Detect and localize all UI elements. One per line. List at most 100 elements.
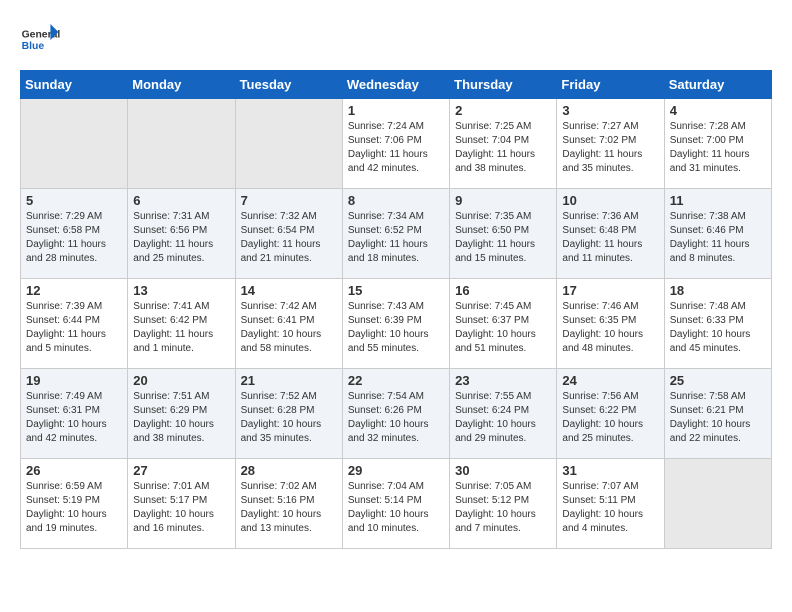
day-number: 3 <box>562 103 658 118</box>
day-info: Sunrise: 7:36 AMSunset: 6:48 PMDaylight:… <box>562 210 658 266</box>
calendar-cell: 20 Sunrise: 7:51 AMSunset: 6:29 PMDayligh… <box>128 369 235 459</box>
day-number: 1 <box>348 103 444 118</box>
calendar-cell <box>235 99 342 189</box>
day-number: 23 <box>455 373 551 388</box>
day-number: 2 <box>455 103 551 118</box>
day-number: 17 <box>562 283 658 298</box>
day-number: 24 <box>562 373 658 388</box>
day-number: 6 <box>133 193 229 208</box>
calendar-cell: 28 Sunrise: 7:02 AMSunset: 5:16 PMDayligh… <box>235 459 342 549</box>
calendar-cell: 26 Sunrise: 6:59 AMSunset: 5:19 PMDayligh… <box>21 459 128 549</box>
calendar-week-row: 19 Sunrise: 7:49 AMSunset: 6:31 PMDayligh… <box>21 369 772 459</box>
day-number: 25 <box>670 373 766 388</box>
calendar-week-row: 5Sunrise: 7:29 AMSunset: 6:58 PMDaylight… <box>21 189 772 279</box>
calendar-cell <box>128 99 235 189</box>
calendar-cell: 24 Sunrise: 7:56 AMSunset: 6:22 PMDayligh… <box>557 369 664 459</box>
header-row: SundayMondayTuesdayWednesdayThursdayFrid… <box>21 71 772 99</box>
calendar-cell: 16 Sunrise: 7:45 AMSunset: 6:37 PMDayligh… <box>450 279 557 369</box>
day-info: Sunrise: 7:25 AMSunset: 7:04 PMDaylight:… <box>455 120 551 176</box>
day-info: Sunrise: 7:45 AMSunset: 6:37 PMDaylight:… <box>455 300 551 356</box>
day-info: Sunrise: 7:32 AMSunset: 6:54 PMDaylight:… <box>241 210 337 266</box>
calendar-cell: 3 Sunrise: 7:27 AMSunset: 7:02 PMDaylight… <box>557 99 664 189</box>
calendar-cell: 25 Sunrise: 7:58 AMSunset: 6:21 PMDayligh… <box>664 369 771 459</box>
day-number: 20 <box>133 373 229 388</box>
day-info: Sunrise: 7:48 AMSunset: 6:33 PMDaylight:… <box>670 300 766 356</box>
day-info: Sunrise: 7:56 AMSunset: 6:22 PMDaylight:… <box>562 390 658 446</box>
day-number: 11 <box>670 193 766 208</box>
calendar-cell: 17Sunrise: 7:46 AMSunset: 6:35 PMDayligh… <box>557 279 664 369</box>
day-info: Sunrise: 7:51 AMSunset: 6:29 PMDaylight:… <box>133 390 229 446</box>
day-number: 18 <box>670 283 766 298</box>
calendar-cell: 21Sunrise: 7:52 AMSunset: 6:28 PMDayligh… <box>235 369 342 459</box>
day-info: Sunrise: 7:39 AMSunset: 6:44 PMDaylight:… <box>26 300 122 356</box>
day-info: Sunrise: 7:24 AMSunset: 7:06 PMDaylight:… <box>348 120 444 176</box>
calendar-cell: 6 Sunrise: 7:31 AMSunset: 6:56 PMDaylight… <box>128 189 235 279</box>
calendar-cell: 8Sunrise: 7:34 AMSunset: 6:52 PMDaylight… <box>342 189 449 279</box>
calendar-cell: 31Sunrise: 7:07 AMSunset: 5:11 PMDayligh… <box>557 459 664 549</box>
day-number: 8 <box>348 193 444 208</box>
day-info: Sunrise: 7:55 AMSunset: 6:24 PMDaylight:… <box>455 390 551 446</box>
day-number: 30 <box>455 463 551 478</box>
calendar-cell: 11Sunrise: 7:38 AMSunset: 6:46 PMDayligh… <box>664 189 771 279</box>
day-number: 19 <box>26 373 122 388</box>
day-info: Sunrise: 7:35 AMSunset: 6:50 PMDaylight:… <box>455 210 551 266</box>
day-number: 22 <box>348 373 444 388</box>
day-info: Sunrise: 7:41 AMSunset: 6:42 PMDaylight:… <box>133 300 229 356</box>
calendar-cell: 29 Sunrise: 7:04 AMSunset: 5:14 PMDayligh… <box>342 459 449 549</box>
calendar-cell: 27Sunrise: 7:01 AMSunset: 5:17 PMDayligh… <box>128 459 235 549</box>
day-info: Sunrise: 6:59 AMSunset: 5:19 PMDaylight:… <box>26 480 122 536</box>
day-info: Sunrise: 7:01 AMSunset: 5:17 PMDaylight:… <box>133 480 229 536</box>
day-number: 5 <box>26 193 122 208</box>
day-info: Sunrise: 7:28 AMSunset: 7:00 PMDaylight:… <box>670 120 766 176</box>
day-number: 15 <box>348 283 444 298</box>
calendar-cell: 30 Sunrise: 7:05 AMSunset: 5:12 PMDayligh… <box>450 459 557 549</box>
calendar-cell: 10 Sunrise: 7:36 AMSunset: 6:48 PMDayligh… <box>557 189 664 279</box>
day-info: Sunrise: 7:04 AMSunset: 5:14 PMDaylight:… <box>348 480 444 536</box>
day-number: 10 <box>562 193 658 208</box>
day-number: 26 <box>26 463 122 478</box>
day-info: Sunrise: 7:42 AMSunset: 6:41 PMDaylight:… <box>241 300 337 356</box>
calendar-cell: 9 Sunrise: 7:35 AMSunset: 6:50 PMDaylight… <box>450 189 557 279</box>
day-info: Sunrise: 7:07 AMSunset: 5:11 PMDaylight:… <box>562 480 658 536</box>
weekday-header-saturday: Saturday <box>664 71 771 99</box>
calendar-week-row: 1 Sunrise: 7:24 AMSunset: 7:06 PMDaylight… <box>21 99 772 189</box>
calendar-cell: 12Sunrise: 7:39 AMSunset: 6:44 PMDayligh… <box>21 279 128 369</box>
day-number: 14 <box>241 283 337 298</box>
logo: General Blue <box>20 20 64 60</box>
day-info: Sunrise: 7:43 AMSunset: 6:39 PMDaylight:… <box>348 300 444 356</box>
calendar-header: SundayMondayTuesdayWednesdayThursdayFrid… <box>21 71 772 99</box>
calendar-cell: 7 Sunrise: 7:32 AMSunset: 6:54 PMDaylight… <box>235 189 342 279</box>
calendar-cell: 18 Sunrise: 7:48 AMSunset: 6:33 PMDayligh… <box>664 279 771 369</box>
day-info: Sunrise: 7:49 AMSunset: 6:31 PMDaylight:… <box>26 390 122 446</box>
calendar-cell: 14 Sunrise: 7:42 AMSunset: 6:41 PMDayligh… <box>235 279 342 369</box>
calendar-cell: 4 Sunrise: 7:28 AMSunset: 7:00 PMDaylight… <box>664 99 771 189</box>
weekday-header-friday: Friday <box>557 71 664 99</box>
calendar-cell <box>21 99 128 189</box>
calendar-cell: 22 Sunrise: 7:54 AMSunset: 6:26 PMDayligh… <box>342 369 449 459</box>
day-number: 9 <box>455 193 551 208</box>
day-info: Sunrise: 7:27 AMSunset: 7:02 PMDaylight:… <box>562 120 658 176</box>
calendar-cell <box>664 459 771 549</box>
day-number: 7 <box>241 193 337 208</box>
day-info: Sunrise: 7:02 AMSunset: 5:16 PMDaylight:… <box>241 480 337 536</box>
day-number: 4 <box>670 103 766 118</box>
calendar-week-row: 26 Sunrise: 6:59 AMSunset: 5:19 PMDayligh… <box>21 459 772 549</box>
calendar-table: SundayMondayTuesdayWednesdayThursdayFrid… <box>20 70 772 549</box>
weekday-header-wednesday: Wednesday <box>342 71 449 99</box>
day-info: Sunrise: 7:54 AMSunset: 6:26 PMDaylight:… <box>348 390 444 446</box>
svg-text:Blue: Blue <box>22 41 45 52</box>
calendar-cell: 2 Sunrise: 7:25 AMSunset: 7:04 PMDaylight… <box>450 99 557 189</box>
logo-icon: General Blue <box>20 20 60 60</box>
calendar-cell: 13Sunrise: 7:41 AMSunset: 6:42 PMDayligh… <box>128 279 235 369</box>
day-info: Sunrise: 7:31 AMSunset: 6:56 PMDaylight:… <box>133 210 229 266</box>
calendar-cell: 5Sunrise: 7:29 AMSunset: 6:58 PMDaylight… <box>21 189 128 279</box>
day-info: Sunrise: 7:52 AMSunset: 6:28 PMDaylight:… <box>241 390 337 446</box>
day-info: Sunrise: 7:05 AMSunset: 5:12 PMDaylight:… <box>455 480 551 536</box>
day-info: Sunrise: 7:58 AMSunset: 6:21 PMDaylight:… <box>670 390 766 446</box>
day-number: 16 <box>455 283 551 298</box>
weekday-header-sunday: Sunday <box>21 71 128 99</box>
weekday-header-tuesday: Tuesday <box>235 71 342 99</box>
calendar-body: 1 Sunrise: 7:24 AMSunset: 7:06 PMDaylight… <box>21 99 772 549</box>
day-number: 29 <box>348 463 444 478</box>
day-number: 28 <box>241 463 337 478</box>
